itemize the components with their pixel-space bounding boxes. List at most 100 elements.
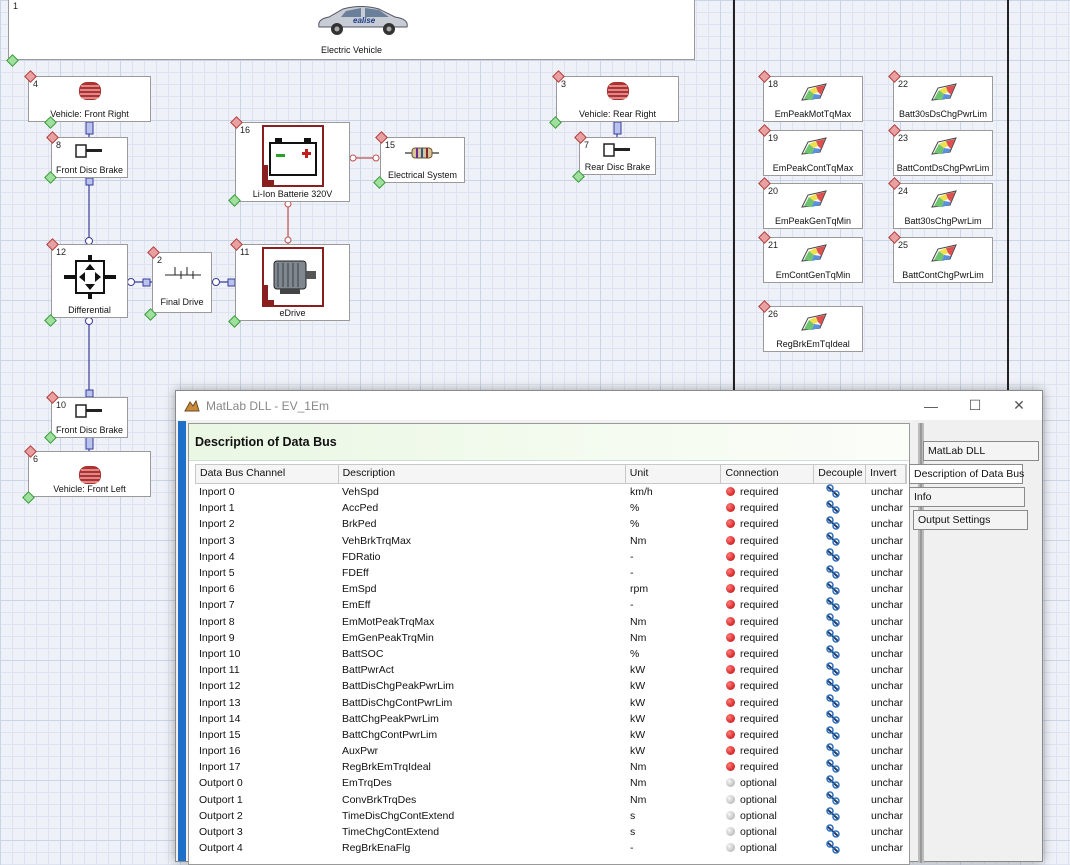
decouple-cell[interactable] (815, 629, 867, 646)
invert-cell[interactable]: unchar (867, 761, 907, 773)
maximize-button[interactable]: ☐ (952, 391, 998, 420)
tab-description-of-data-bus[interactable]: Description of Data Bus (909, 464, 1024, 484)
block-map-18[interactable]: 18 EmPeakMotTqMax (763, 76, 863, 122)
connection-cell[interactable]: required (722, 713, 815, 725)
decouple-icon[interactable] (825, 694, 841, 708)
invert-cell[interactable]: unchar (867, 502, 907, 514)
column-header[interactable]: Connection (721, 465, 815, 483)
decouple-cell[interactable] (815, 759, 867, 776)
table-row[interactable]: Inport 0 VehSpd km/h required unchar (195, 483, 907, 500)
connection-cell[interactable]: optional (722, 777, 815, 789)
table-row[interactable]: Outport 0 EmTrqDes Nm optional unchar (195, 775, 907, 791)
connection-cell[interactable]: required (722, 648, 815, 660)
invert-cell[interactable]: unchar (867, 842, 907, 854)
decouple-cell[interactable] (815, 548, 867, 565)
invert-cell[interactable]: unchar (867, 664, 907, 676)
decouple-icon[interactable] (825, 661, 841, 676)
block-map-22[interactable]: 22 Batt30sDsChgPwrLim (893, 76, 993, 122)
decouple-cell[interactable] (815, 678, 867, 695)
table-row[interactable]: Inport 1 AccPed% required unchar (195, 500, 907, 516)
table-row[interactable]: Inport 7 EmEff - required unchar (195, 597, 907, 613)
table-row[interactable]: Inport 4 FDRatio - required unchar (195, 548, 907, 565)
decouple-icon[interactable] (825, 791, 841, 805)
invert-cell[interactable]: unchar (867, 583, 907, 595)
invert-cell[interactable]: unchar (867, 518, 907, 530)
connection-cell[interactable]: required (722, 567, 815, 579)
table-row[interactable]: Inport 17 RegBrkEmTrqIdeal Nm required uncha… (195, 759, 907, 775)
close-button[interactable]: ✕ (996, 391, 1042, 420)
table-row[interactable]: Outport 2 TimeDisChgContExtend s optional un… (195, 807, 907, 824)
invert-cell[interactable]: unchar (867, 713, 907, 725)
invert-cell[interactable]: unchar (867, 599, 907, 611)
decouple-cell[interactable] (815, 597, 867, 614)
block-electrical-system[interactable]: 15 Electrical System (380, 137, 465, 183)
table-row[interactable]: Inport 16 AuxPwr kW required unchar (195, 742, 907, 760)
minimize-button[interactable]: — (908, 391, 954, 420)
connection-cell[interactable]: optional (722, 810, 815, 822)
invert-cell[interactable]: unchar (867, 745, 907, 757)
dialog-titlebar[interactable]: MatLab DLL - EV_1Em — ☐ ✕ (176, 391, 1042, 420)
decouple-icon[interactable] (825, 532, 841, 546)
decouple-cell[interactable] (815, 742, 867, 760)
invert-cell[interactable]: unchar (867, 567, 907, 579)
decouple-icon[interactable] (825, 580, 841, 595)
decouple-icon[interactable] (825, 807, 841, 822)
table-row[interactable]: Inport 8 EmMotPeakTrqMax Nm required unchar (195, 613, 907, 630)
invert-cell[interactable]: unchar (867, 794, 907, 806)
connection-cell[interactable]: required (722, 551, 815, 563)
connection-cell[interactable]: required (722, 535, 815, 547)
decouple-cell[interactable] (815, 532, 867, 549)
table-row[interactable]: Inport 6 EmSpd rpm required unchar (195, 580, 907, 598)
decouple-cell[interactable] (815, 516, 867, 533)
decouple-cell[interactable] (815, 645, 867, 662)
block-map-24[interactable]: 24 Batt30sChgPwrLim (893, 183, 993, 229)
connection-cell[interactable]: required (722, 745, 815, 757)
decouple-icon[interactable] (825, 759, 841, 773)
tab-output-settings[interactable]: Output Settings (913, 510, 1028, 530)
tab-info[interactable]: Info (909, 487, 1025, 507)
decouple-icon[interactable] (825, 823, 841, 838)
connection-cell[interactable]: required (722, 680, 815, 692)
table-row[interactable]: Inport 12 BattDisChgPeakPwrLim kW required u… (195, 678, 907, 694)
block-map-19[interactable]: 19 EmPeakContTqMax (763, 130, 863, 176)
column-header[interactable]: Data Bus Channel (196, 465, 339, 483)
block-map-21[interactable]: 21 EmContGenTqMin (763, 237, 863, 283)
connection-cell[interactable]: required (722, 486, 815, 498)
connection-cell[interactable]: optional (722, 842, 815, 854)
decouple-icon[interactable] (825, 710, 841, 724)
column-header[interactable]: Description (339, 465, 626, 483)
table-row[interactable]: Outport 3 TimeChgContExtend s optional uncha… (195, 823, 907, 840)
invert-cell[interactable]: unchar (867, 535, 907, 547)
decouple-icon[interactable] (825, 645, 841, 660)
block-front-left[interactable]: 6 Vehicle: Front Left (28, 451, 151, 497)
invert-cell[interactable]: unchar (867, 777, 907, 789)
connection-cell[interactable]: required (722, 583, 815, 595)
block-rear-right[interactable]: 3 Vehicle: Rear Right (556, 76, 679, 122)
decouple-icon[interactable] (825, 775, 841, 789)
decouple-cell[interactable] (815, 580, 867, 598)
decouple-cell[interactable] (815, 613, 867, 630)
table-row[interactable]: Inport 2 BrkPed% required unchar (195, 516, 907, 532)
decouple-icon[interactable] (825, 548, 841, 563)
decouple-cell[interactable] (815, 807, 867, 824)
block-li-ion-batterie[interactable]: 16 Li-Ion Batterie 320V (235, 122, 350, 202)
table-row[interactable]: Inport 14 BattChgPeakPwrLim kW required unch… (195, 710, 907, 727)
column-header[interactable]: Unit (626, 465, 722, 483)
connection-cell[interactable]: required (722, 518, 815, 530)
invert-cell[interactable]: unchar (867, 729, 907, 741)
decouple-icon[interactable] (825, 839, 841, 854)
block-map-25[interactable]: 25 BattContChgPwrLim (893, 237, 993, 283)
table-row[interactable]: Outport 4 RegBrkEnaFlg - optional unchar (195, 839, 907, 857)
connection-cell[interactable]: required (722, 599, 815, 611)
decouple-icon[interactable] (825, 629, 841, 644)
decouple-cell[interactable] (815, 839, 867, 857)
connection-cell[interactable]: required (722, 697, 815, 709)
connection-cell[interactable]: optional (722, 794, 815, 806)
invert-cell[interactable]: unchar (867, 486, 907, 498)
decouple-cell[interactable] (815, 694, 867, 711)
block-electric-vehicle[interactable]: 1 ealise Electric Vehicle (8, 0, 695, 60)
decouple-icon[interactable] (825, 500, 841, 514)
block-edrive[interactable]: 11 eDrive (235, 244, 350, 321)
block-front-disc-brake-bottom[interactable]: 10 Front Disc Brake (51, 397, 128, 438)
tab-matlab-dll[interactable]: MatLab DLL (923, 441, 1039, 461)
